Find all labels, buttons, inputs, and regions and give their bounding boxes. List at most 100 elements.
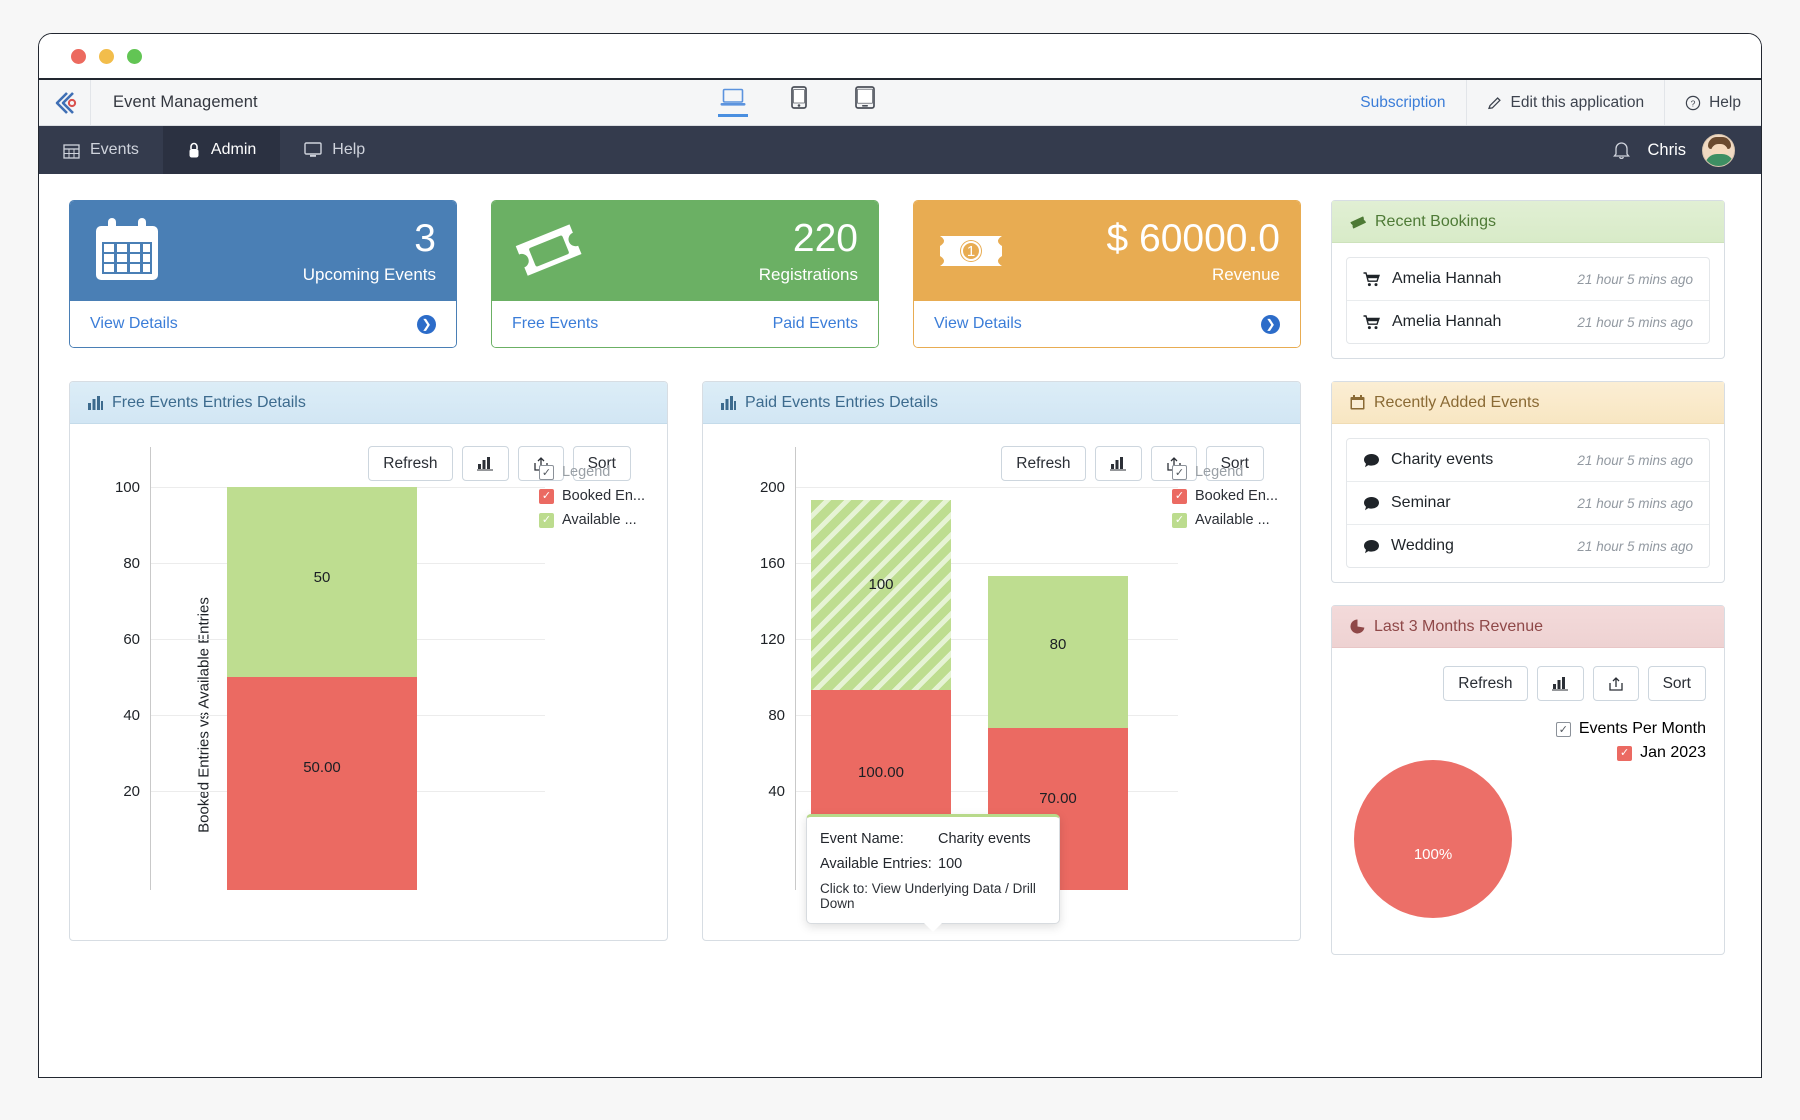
export-button[interactable] (1592, 666, 1639, 701)
application-toolbar: Event Management Subscription Edit this … (39, 78, 1761, 126)
bar-chart-icon (721, 395, 736, 410)
phone-icon (791, 86, 807, 109)
window-maximize-button[interactable] (127, 48, 142, 64)
subscription-label: Subscription (1360, 93, 1446, 111)
booking-name: Amelia Hannah (1392, 313, 1502, 330)
help-button[interactable]: ? Help (1664, 80, 1761, 125)
pie-chart-jan-2023[interactable]: 100% (1354, 760, 1512, 918)
cart-icon (1363, 314, 1381, 330)
list-item[interactable]: Charity events 21 hour 5 mins ago (1347, 439, 1709, 482)
chart-type-button[interactable] (1094, 446, 1142, 481)
sort-button[interactable]: Sort (1647, 666, 1706, 701)
list-item[interactable]: Amelia Hannah 21 hour 5 mins ago (1347, 258, 1709, 301)
bar-value-label: 80 (1049, 636, 1067, 653)
y-tick: 60 (123, 631, 140, 648)
kpi-link-view-details[interactable]: View Details (934, 315, 1022, 333)
y-tick: 80 (768, 707, 785, 724)
avatar[interactable] (1702, 133, 1735, 167)
window-close-button[interactable] (71, 48, 86, 64)
legend-item-jan-2023[interactable]: ✓ Jan 2023 (1617, 741, 1706, 765)
kpi-label: Upcoming Events (302, 265, 436, 284)
y-tick: 80 (123, 555, 140, 572)
kpi-link-view-details[interactable]: View Details (90, 315, 178, 333)
edit-application-button[interactable]: Edit this application (1465, 80, 1665, 125)
revenue-chart-body: Refresh Sort ✓ Events Per Month ✓ Jan 20… (1332, 648, 1724, 954)
arrow-right-icon[interactable]: ❯ (417, 314, 436, 334)
kpi-card-revenue[interactable]: 1 $ 60000.0 Revenue View Details ❯ (913, 200, 1301, 348)
window-minimize-button[interactable] (99, 48, 114, 64)
chart-type-button[interactable] (1536, 666, 1584, 701)
tooltip-available-value: 100 (938, 856, 963, 872)
kpi-card-row: 3 Upcoming Events View Details ❯ 220 Reg… (69, 200, 1301, 348)
y-tick: 120 (759, 631, 785, 648)
y-tick: 160 (759, 555, 785, 572)
panel-header: Free Events Entries Details (70, 382, 667, 424)
question-circle-icon: ? (1685, 95, 1701, 111)
ticket-icon (512, 216, 586, 286)
chart-type-button[interactable] (461, 446, 509, 481)
tablet-icon (855, 86, 875, 109)
subscription-link[interactable]: Subscription (1340, 80, 1465, 125)
list-item[interactable]: Amelia Hannah 21 hour 5 mins ago (1347, 301, 1709, 343)
dashboard-side-column: Recent Bookings Amelia Hannah 21 hour 5 … (1331, 200, 1725, 1077)
money-icon: 1 (934, 216, 1008, 286)
chart-tooltip: Event Name: Charity events Available Ent… (806, 814, 1060, 932)
pie-chart-icon (1350, 619, 1365, 634)
legend-item-events-per-month[interactable]: ✓ Events Per Month (1555, 717, 1706, 741)
pencil-icon (1487, 95, 1503, 111)
panel-recent-bookings: Recent Bookings Amelia Hannah 21 hour 5 … (1331, 200, 1725, 359)
refresh-button[interactable]: Refresh (1001, 446, 1086, 481)
kpi-card-registrations[interactable]: 220 Registrations Free Events Paid Event… (491, 200, 879, 348)
legend-toggle-legend[interactable]: ✓ Legend (1171, 460, 1278, 484)
nav-item-events[interactable]: Events (39, 126, 163, 174)
browser-window: Event Management Subscription Edit this … (38, 33, 1762, 1078)
kpi-link-free-events[interactable]: Free Events (512, 315, 598, 333)
list-item[interactable]: Seminar 21 hour 5 mins ago (1347, 482, 1709, 525)
legend-label: Events Per Month (1578, 720, 1706, 737)
refresh-button[interactable]: Refresh (1443, 666, 1528, 701)
y-axis-line (795, 447, 796, 890)
panel-header: Last 3 Months Revenue (1332, 606, 1724, 648)
pie-slice-label: 100% (1413, 845, 1453, 863)
list-item[interactable]: Wedding 21 hour 5 mins ago (1347, 525, 1709, 567)
laptop-icon (720, 88, 746, 106)
bar-available-entries[interactable]: 80 (988, 576, 1128, 728)
main-navigation: Events Admin Help Chris (39, 126, 1761, 174)
legend-label: Jan 2023 (1640, 744, 1706, 761)
tooltip-available-key: Available Entries: (820, 856, 932, 872)
svg-text:1: 1 (967, 243, 975, 260)
panel-header: Paid Events Entries Details (703, 382, 1300, 424)
legend-toggle-legend[interactable]: ✓ Legend (538, 460, 645, 484)
svg-text:?: ? (1691, 98, 1696, 108)
refresh-button[interactable]: Refresh (368, 446, 453, 481)
bar-booked-entries[interactable]: 50.00 (227, 677, 417, 890)
kpi-link-paid-events[interactable]: Paid Events (773, 315, 858, 333)
gridline (795, 487, 1178, 488)
event-name: Seminar (1391, 494, 1451, 511)
notification-bell-icon[interactable] (1612, 140, 1631, 160)
bar-chart-icon (476, 457, 493, 471)
kpi-value: 3 (414, 217, 436, 260)
bar-value-label: 100 (868, 576, 894, 593)
y-axis-line (150, 447, 151, 890)
device-toggle-laptop[interactable] (714, 80, 752, 125)
user-name[interactable]: Chris (1647, 141, 1686, 160)
dashboard-main-column: 3 Upcoming Events View Details ❯ 220 Reg… (69, 200, 1301, 1077)
arrow-right-icon[interactable]: ❯ (1261, 314, 1280, 334)
bar-available-entries-highlighted[interactable]: 100 (811, 500, 951, 690)
bar-available-entries[interactable]: 50 (227, 487, 417, 677)
nav-item-admin[interactable]: Admin (162, 126, 281, 174)
user-area: Chris (1612, 126, 1761, 174)
ticket-icon (1350, 215, 1366, 229)
revenue-toolbar: Refresh Sort (1350, 666, 1706, 701)
app-logo[interactable] (39, 80, 91, 125)
nav-item-help[interactable]: Help (280, 126, 389, 174)
booking-time: 21 hour 5 mins ago (1577, 271, 1693, 287)
dashboard-body: 3 Upcoming Events View Details ❯ 220 Reg… (39, 174, 1761, 1077)
device-toggle-phone[interactable] (780, 80, 818, 125)
calendar-icon (1350, 395, 1365, 410)
kpi-card-upcoming-events[interactable]: 3 Upcoming Events View Details ❯ (69, 200, 457, 348)
chart-plot-free-events[interactable]: Booked Entries vs Available Entries 100 … (70, 447, 667, 940)
device-toggle-tablet[interactable] (846, 80, 884, 125)
